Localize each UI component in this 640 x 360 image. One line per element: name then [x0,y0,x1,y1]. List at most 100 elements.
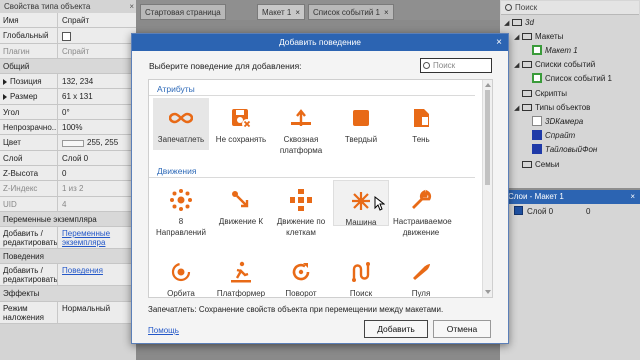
tree-node-scripts[interactable]: Скрипты [522,88,567,100]
search-placeholder: Поиск [433,61,456,70]
search-icon [505,4,512,11]
prop-row-edit-behaviors[interactable]: Добавить / редактировать Поведения [0,264,136,287]
prop-section-instance-vars[interactable]: Переменные экземпляра [0,211,136,228]
expand-arrow-icon[interactable] [3,79,7,86]
prop-value[interactable]: Слой 0 [58,151,136,165]
tab-layout-1[interactable]: Макет 1 × [257,4,305,20]
prop-row-global[interactable]: Глобальный [0,28,136,44]
prop-row-color[interactable]: Цвет 255, 255 [0,135,136,151]
prop-key: Добавить / редактировать [0,264,58,286]
close-icon[interactable]: × [129,0,134,13]
prop-value[interactable]: 100% [58,120,136,134]
behavior-rotate[interactable]: Поворот [273,252,329,298]
project-tree: Поиск ◢ 3d ◢ Макеты Макет 1 ◢ Списки событи… [500,0,640,188]
prop-key-text: Размер [10,92,38,102]
collapse-arrow-icon[interactable]: ◢ [514,103,522,115]
collapse-arrow-icon[interactable]: ◢ [514,60,522,72]
prop-row-angle[interactable]: Угол 0° [0,104,136,121]
tree-node-3d-camera[interactable]: 3DКамера [532,116,583,128]
layer-row[interactable]: Слой 0 0 [500,204,640,220]
tree-node-layouts[interactable]: ◢ Макеты [514,31,563,43]
prop-section-behaviors[interactable]: Поведения [0,249,136,265]
tree-node-layout-1[interactable]: Макет 1 [532,45,578,57]
prop-row-opacity[interactable]: Непрозрачно... 100% [0,120,136,136]
behavior-orbit[interactable]: Орбита [153,252,209,297]
tree-node-families[interactable]: Семьи [522,159,559,171]
prop-row-size[interactable]: Размер 61 x 131 [0,89,136,105]
behavior-8-direction[interactable]: 8 Направлений [153,180,209,238]
prop-value[interactable]: 255, 255 [58,135,136,149]
tiled-background-icon [532,144,542,154]
layer-visible-checkbox[interactable] [514,206,523,215]
prop-value[interactable]: Нормальный [58,302,136,323]
prop-value[interactable]: Спрайт [58,13,136,27]
behavior-shadow-caster[interactable]: Тень [393,98,449,146]
prop-value[interactable]: 61 x 131 [58,89,136,103]
behavior-persist[interactable]: Запечатлеть [153,98,209,150]
prop-row-edit-instance-vars[interactable]: Добавить / редактировать Переменные экзе… [0,227,136,250]
project-search-input[interactable]: Поиск [501,1,639,15]
behavior-solid[interactable]: Твердый [333,98,389,146]
prop-value[interactable]: 0° [58,105,136,119]
close-icon[interactable]: × [384,8,389,17]
jumpthru-icon [291,109,311,126]
prop-value[interactable]: 132, 234 [58,74,136,88]
close-icon[interactable]: × [630,190,635,204]
persist-icon [169,112,193,124]
behavior-move-to[interactable]: Движение К [213,180,269,228]
cancel-button[interactable]: Отмена [433,320,491,338]
prop-section-label: Переменные экземпляра [3,214,97,224]
behavior-label: Запечатлеть [157,135,205,144]
tree-node-event-sheet-1[interactable]: Список событий 1 [532,73,612,85]
add-button[interactable]: Добавить [364,320,428,338]
behavior-platform[interactable]: Платформер [213,252,269,297]
prop-row-layer[interactable]: Слой Слой 0 [0,150,136,166]
tree-node-root[interactable]: ◢ 3d [504,17,534,29]
behavior-search-input[interactable]: Поиск [420,58,492,73]
color-swatch[interactable] [62,139,84,147]
prop-row-name[interactable]: Имя Спрайт [0,13,136,29]
behavior-pathfinding[interactable]: Поиск [333,252,389,297]
tree-node-event-sheets[interactable]: ◢ Списки событий [514,59,595,71]
prop-value[interactable]: 0 [58,166,136,180]
close-icon[interactable]: × [295,8,300,17]
expand-arrow-icon[interactable] [3,94,7,101]
prop-section-general[interactable]: Общий [0,58,136,75]
prop-key-text: Позиция [10,77,42,87]
behavior-jumpthru[interactable]: Сквозная платформа [273,98,329,156]
tab-label: Стартовая страница [145,8,221,17]
behavior-label: Движение по клеткам [276,217,326,237]
behavior-label: Поворот [285,289,317,298]
behaviors-link[interactable]: Поведения [62,266,103,275]
scrollbar-thumb[interactable] [485,90,490,185]
behavior-tile-movement[interactable]: Движение по клеткам [273,180,329,238]
tree-node-sprite[interactable]: Спрайт [532,130,575,142]
tree-node-tiled-bg[interactable]: ТайловыйФон [532,144,597,156]
custom-movement-icon [412,189,432,209]
behavior-list-scrollbar[interactable] [482,80,492,297]
layer-name: Слой 0 [527,207,554,216]
prop-row-position[interactable]: Позиция 132, 234 [0,74,136,90]
tree-node-object-types[interactable]: ◢ Типы объектов [514,102,590,114]
prop-section-effects[interactable]: Эффекты [0,286,136,302]
close-icon[interactable]: × [496,34,502,51]
tab-start-page[interactable]: Стартовая страница [140,4,226,20]
behavior-bullet[interactable]: Пуля [393,252,449,297]
prop-key: Добавить / редактировать [0,227,58,249]
behavior-no-save[interactable]: Не сохранять [213,98,269,146]
collapse-arrow-icon[interactable]: ◢ [504,18,512,30]
collapse-arrow-icon[interactable]: ◢ [514,32,522,44]
scroll-up-icon[interactable] [485,83,491,87]
instance-variables-link[interactable]: Переменные экземпляра [62,229,110,247]
layers-panel-title: Слои - Макет 1 × [500,190,640,204]
category-label-movements: Движения [157,166,197,176]
help-link[interactable]: Помощь [148,326,179,335]
scroll-down-icon[interactable] [485,290,491,294]
folder-icon [522,104,532,111]
global-checkbox[interactable] [62,31,71,41]
prop-row-blend-mode[interactable]: Режим наложения Нормальный [0,301,136,324]
prop-row-z-elevation[interactable]: Z-Высота 0 [0,165,136,182]
tab-label: Список событий 1 [313,8,380,17]
behavior-custom-movement[interactable]: Настраиваемое движение [393,180,452,238]
tab-event-sheet-1[interactable]: Список событий 1 × [308,4,394,20]
